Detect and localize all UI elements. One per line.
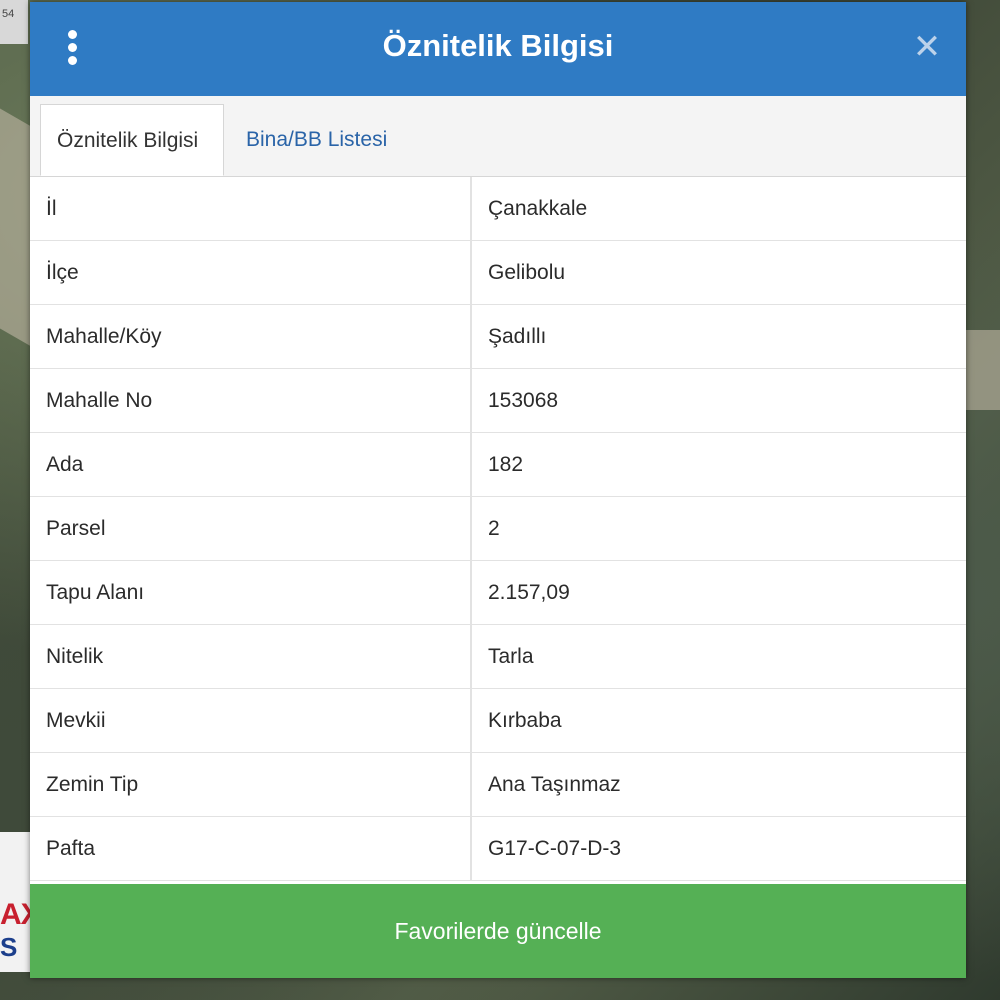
attribute-key: Pafta bbox=[30, 816, 472, 881]
attribute-key: Ada bbox=[30, 432, 472, 497]
dialog-title: Öznitelik Bilgisi bbox=[382, 28, 614, 63]
attribute-key: Tapu Alanı bbox=[30, 560, 472, 625]
tab-building-list[interactable]: Bina/BB Listesi bbox=[230, 104, 403, 176]
attribute-key: Nitelik bbox=[30, 624, 472, 689]
table-row: Mahalle/Köy Şadıllı bbox=[30, 304, 966, 369]
table-row: Mevkii Kırbaba bbox=[30, 688, 966, 753]
attribute-key: Mevkii bbox=[30, 688, 472, 753]
table-row: Tapu Alanı 2.157,09 bbox=[30, 560, 966, 625]
attribute-value: Kırbaba bbox=[471, 688, 966, 753]
table-row: Parsel 2 bbox=[30, 496, 966, 561]
update-favorites-button[interactable]: Favorilerde güncelle bbox=[30, 884, 966, 978]
tab-attribute-info[interactable]: Öznitelik Bilgisi bbox=[40, 104, 224, 176]
attribute-key: İlçe bbox=[30, 240, 472, 305]
attribute-info-dialog: Öznitelik Bilgisi ✕ Öznitelik Bilgisi Bi… bbox=[30, 2, 966, 978]
attribute-key: Parsel bbox=[30, 496, 472, 561]
map-corner-label: 54 bbox=[0, 0, 28, 44]
table-row: Pafta G17-C-07-D-3 bbox=[30, 816, 966, 881]
attribute-value: 153068 bbox=[471, 368, 966, 433]
attribute-value: Ana Taşınmaz bbox=[471, 752, 966, 817]
dialog-header: Öznitelik Bilgisi ✕ bbox=[30, 2, 966, 96]
table-row: İlçe Gelibolu bbox=[30, 240, 966, 305]
map-road bbox=[966, 330, 1000, 410]
brand-logo-text-secondary: S bbox=[0, 932, 18, 962]
attribute-value: Çanakkale bbox=[471, 177, 966, 241]
table-row: Nitelik Tarla bbox=[30, 624, 966, 689]
attribute-value: G17-C-07-D-3 bbox=[471, 816, 966, 881]
attribute-value: Tarla bbox=[471, 624, 966, 689]
attribute-value: 182 bbox=[471, 432, 966, 497]
dialog-tabs: Öznitelik Bilgisi Bina/BB Listesi bbox=[30, 96, 966, 177]
attribute-key: Zemin Tip bbox=[30, 752, 472, 817]
close-icon[interactable]: ✕ bbox=[912, 30, 942, 64]
table-row: Zemin Tip Ana Taşınmaz bbox=[30, 752, 966, 817]
table-row: Ada 182 bbox=[30, 432, 966, 497]
attribute-value: 2.157,09 bbox=[471, 560, 966, 625]
attribute-value: 2 bbox=[471, 496, 966, 561]
table-row: İl Çanakkale bbox=[30, 177, 966, 241]
attribute-table: İl Çanakkale İlçe Gelibolu Mahalle/Köy Ş… bbox=[30, 177, 966, 881]
attribute-key: İl bbox=[30, 177, 472, 241]
table-row: Mahalle No 153068 bbox=[30, 368, 966, 433]
attribute-value: Gelibolu bbox=[471, 240, 966, 305]
attribute-key: Mahalle/Köy bbox=[30, 304, 472, 369]
attribute-key: Mahalle No bbox=[30, 368, 472, 433]
attribute-value: Şadıllı bbox=[471, 304, 966, 369]
